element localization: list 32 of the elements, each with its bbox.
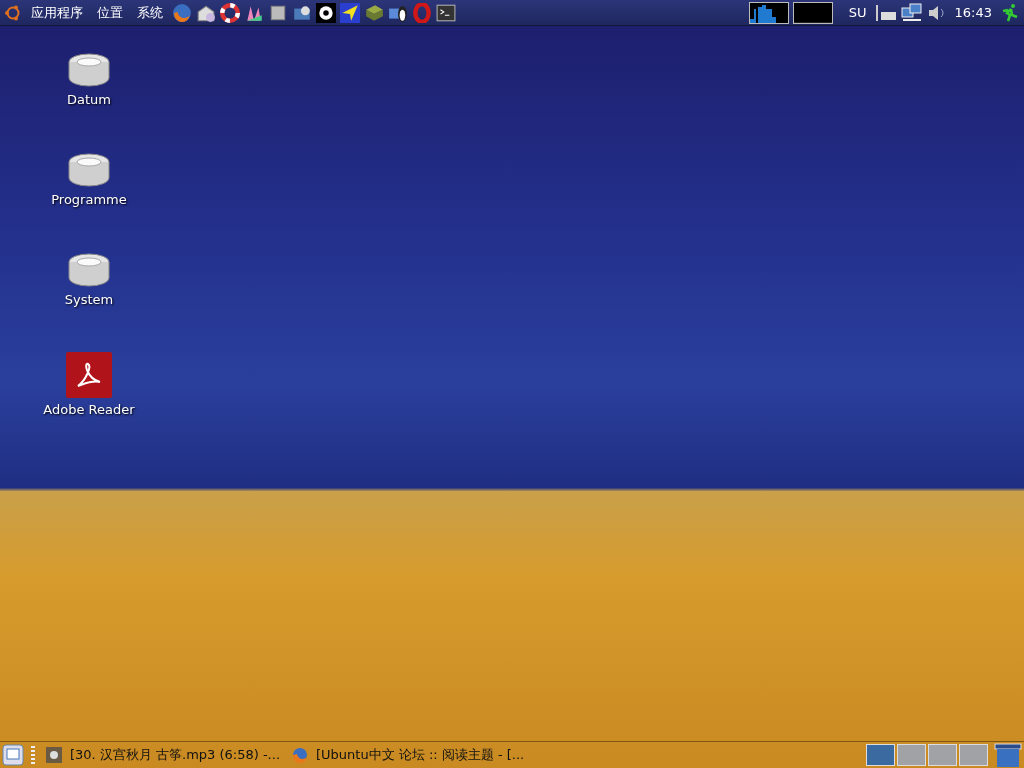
desktop-icon-label[interactable]: System — [64, 292, 114, 307]
terminal-icon[interactable] — [436, 2, 456, 23]
volume-icon[interactable] — [926, 3, 947, 22]
memory-graph — [792, 1, 833, 24]
pdf-document-icon — [66, 352, 112, 398]
cpu-graph — [748, 1, 789, 24]
menu-item[interactable]: 应用程序 — [26, 3, 88, 22]
workspace[interactable] — [866, 744, 895, 766]
trash-icon[interactable] — [994, 743, 1022, 767]
hard-drive-icon — [67, 152, 111, 188]
audio-player-icon — [46, 747, 62, 763]
clock[interactable]: 16:43 — [950, 5, 996, 20]
keyboard-layout[interactable]: SU — [844, 5, 871, 20]
browser-icon — [292, 747, 308, 763]
desktop-icon-label[interactable]: Programme — [51, 192, 127, 207]
lifebuoy-icon[interactable] — [220, 2, 240, 23]
handle-icon[interactable] — [30, 745, 36, 765]
show-desktop-icon[interactable] — [2, 744, 24, 766]
hard-drive-icon — [67, 252, 111, 288]
desktop-icon-label[interactable]: Datum — [67, 92, 111, 107]
logo-icon[interactable] — [4, 3, 22, 22]
running-person-icon[interactable] — [1000, 2, 1020, 23]
browser-icon[interactable] — [172, 2, 192, 23]
menu-item[interactable]: 位置 — [92, 3, 128, 22]
task-button[interactable]: [Ubuntu中文 论坛 :: 阅读主题 - [... — [288, 746, 528, 764]
keyboard-icon[interactable] — [874, 3, 897, 22]
desktop-icon-label[interactable]: Adobe Reader — [43, 402, 135, 417]
menu-item[interactable]: 系统 — [132, 3, 168, 22]
task-button[interactable]: [30. 汉宫秋月 古筝.mp3 (6:58) -... — [42, 746, 282, 764]
hard-drive-icon — [67, 52, 111, 88]
paper-plane-icon[interactable] — [340, 2, 360, 23]
network-icon[interactable] — [900, 2, 923, 23]
